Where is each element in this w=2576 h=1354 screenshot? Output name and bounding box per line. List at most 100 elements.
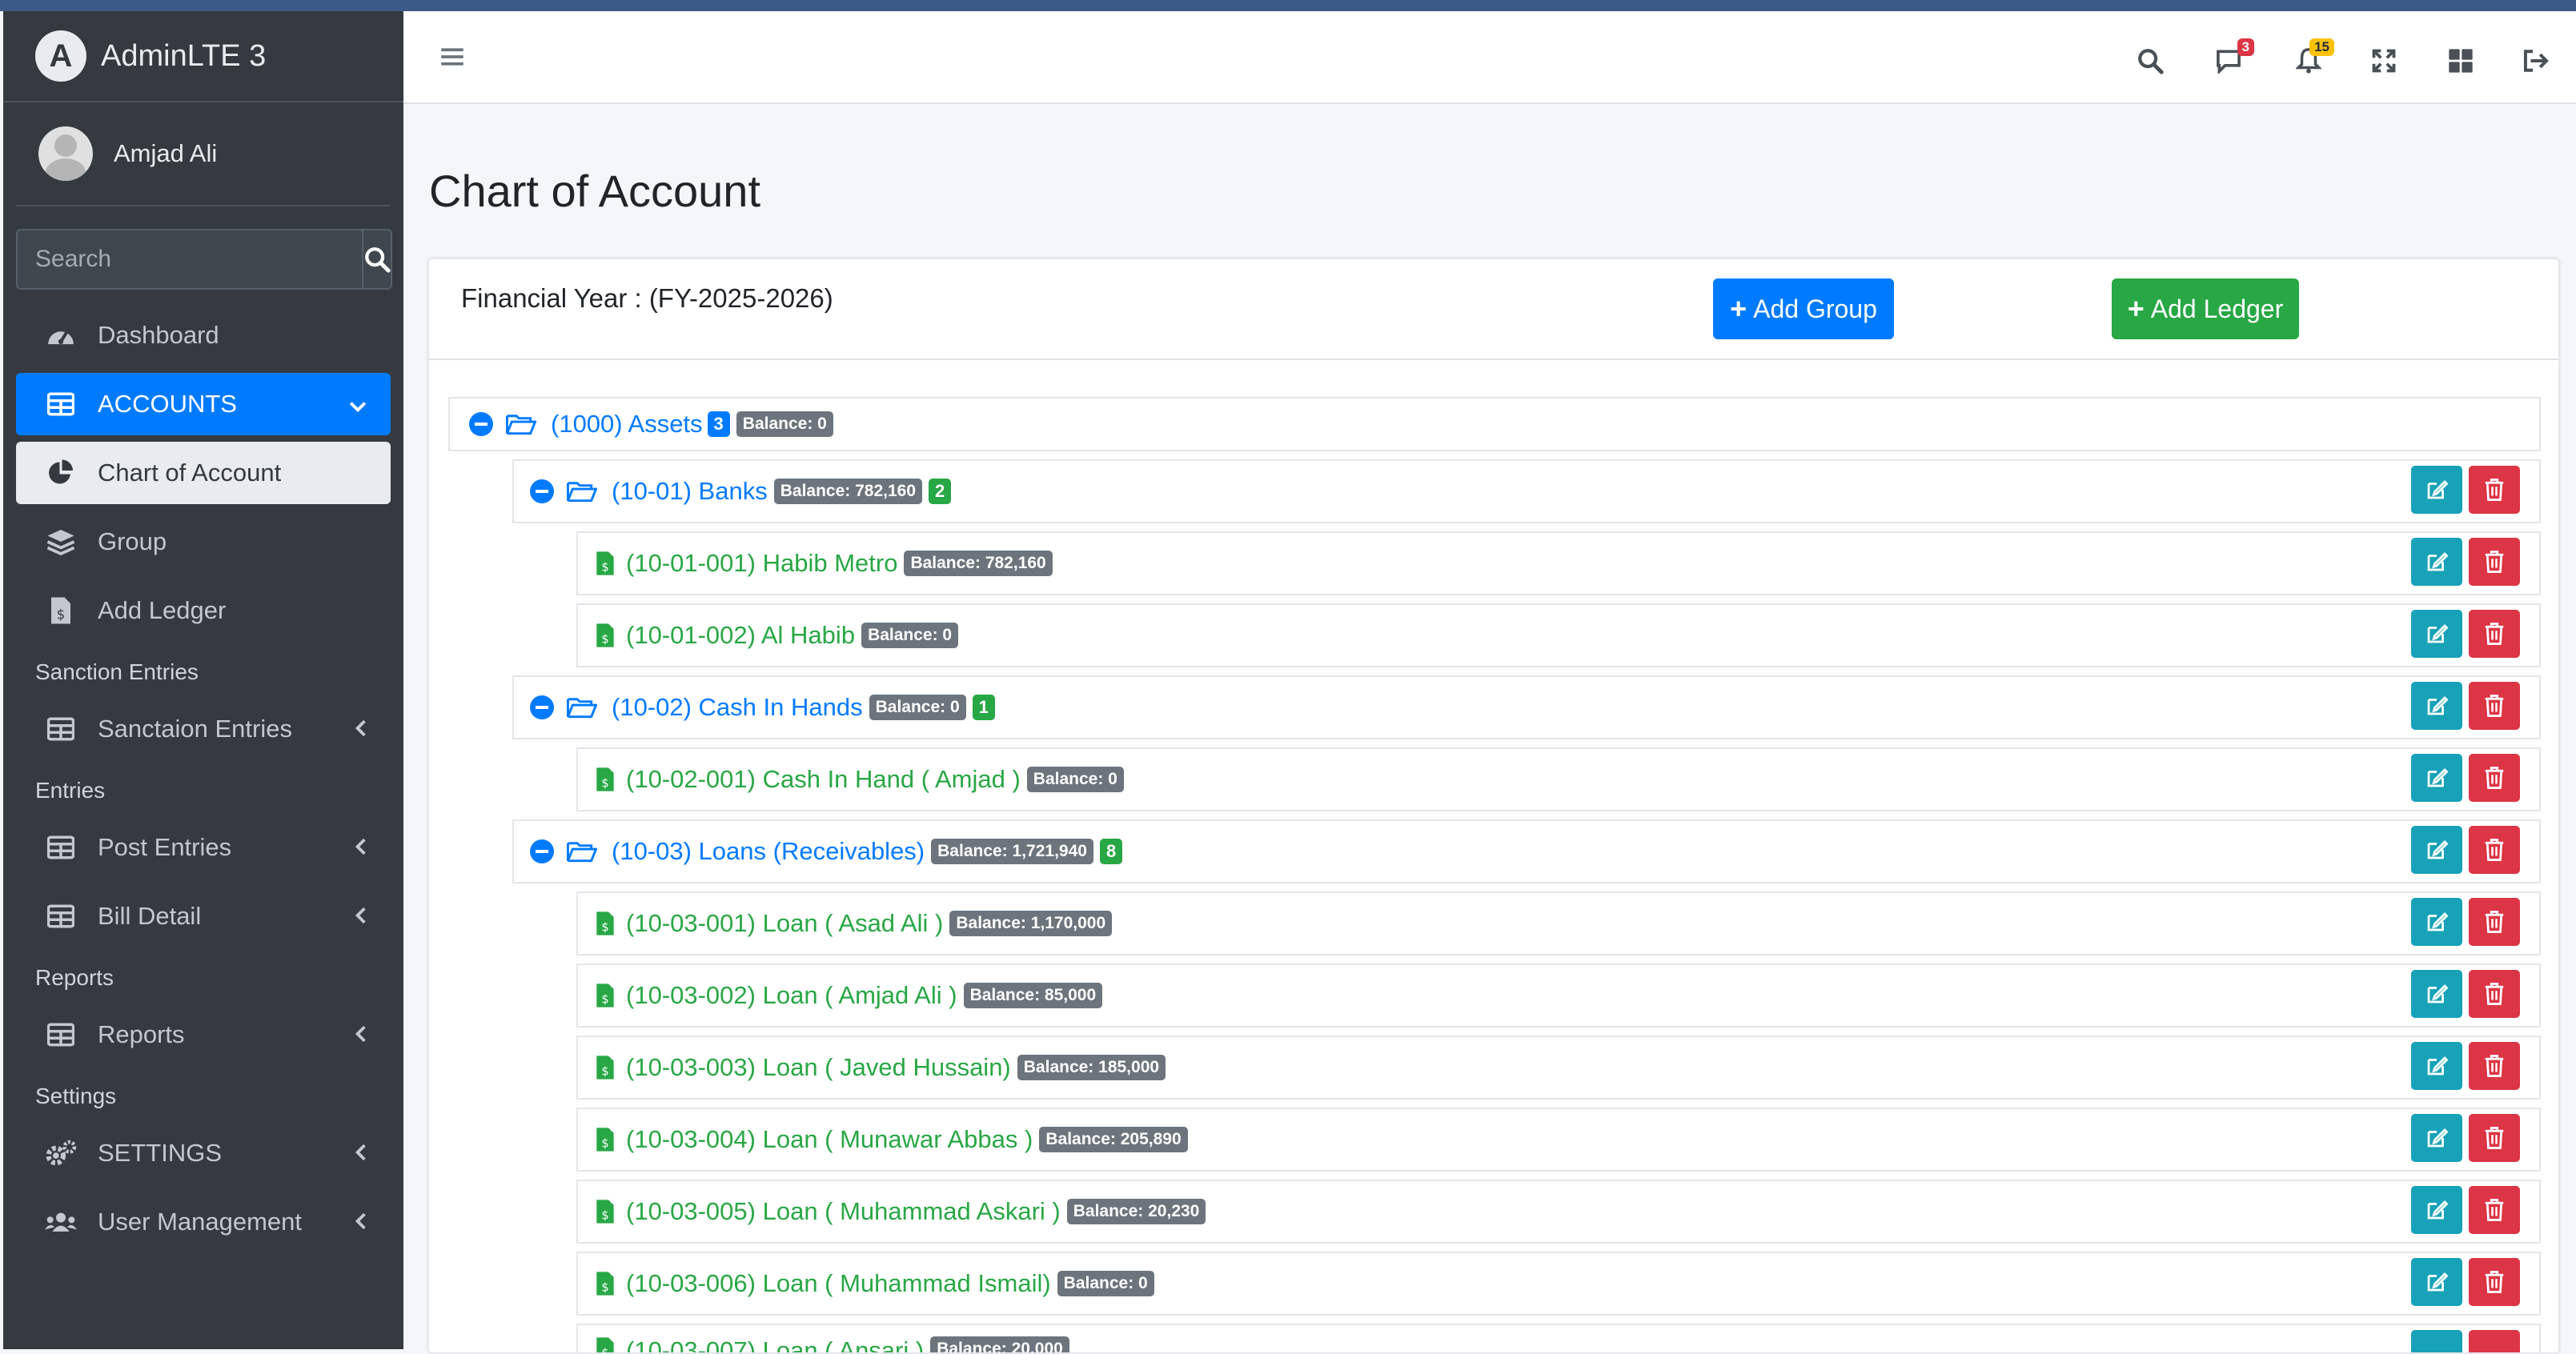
delete-button[interactable]	[2469, 898, 2520, 946]
pie-chart-icon	[45, 457, 77, 489]
delete-button[interactable]	[2469, 754, 2520, 802]
sidebar-item-group[interactable]: Group	[16, 511, 391, 573]
delete-button[interactable]	[2469, 1042, 2520, 1090]
navbar-search-icon[interactable]	[2131, 42, 2169, 80]
edit-button[interactable]	[2411, 898, 2462, 946]
delete-button[interactable]	[2469, 1258, 2520, 1306]
trash-icon	[2485, 551, 2504, 573]
add-group-button[interactable]: + Add Group	[1713, 278, 1894, 339]
fullscreen-icon[interactable]	[2365, 42, 2403, 80]
ledger-label-link[interactable]: (10-01-002) Al Habib	[626, 621, 855, 650]
edit-button[interactable]	[2411, 1114, 2462, 1162]
delete-button[interactable]	[2469, 538, 2520, 586]
ledger-label-link[interactable]: (10-02-001) Cash In Hand ( Amjad )	[626, 765, 1021, 794]
logout-icon[interactable]	[2517, 42, 2555, 80]
delete-button[interactable]	[2469, 682, 2520, 730]
row-actions	[2411, 1042, 2520, 1090]
group-label-link[interactable]: (10-03) Loans (Receivables)	[612, 837, 925, 866]
edit-icon	[2427, 768, 2449, 787]
file-invoice-icon: $	[45, 595, 77, 627]
ledger-label-link[interactable]: (10-03-003) Loan ( Javed Hussain)	[626, 1053, 1011, 1082]
row-actions	[2411, 1186, 2520, 1234]
tree-group-assets: (1000) Assets 3 Balance: 0	[448, 397, 2541, 451]
group-label-link[interactable]: (10-02) Cash In Hands	[612, 693, 863, 722]
sidebar-item-add-ledger[interactable]: $ Add Ledger	[16, 579, 391, 642]
tree-ledger-row: $ (10-02-001) Cash In Hand ( Amjad ) Bal…	[576, 747, 2541, 811]
edit-button[interactable]	[2411, 1330, 2462, 1352]
sidebar-item-chart-of-account[interactable]: Chart of Account	[16, 442, 391, 504]
sidebar-item-label: Sanctaion Entries	[98, 715, 292, 743]
sidebar-item-settings[interactable]: SETTINGS	[16, 1122, 391, 1184]
nav-header-settings: Settings	[35, 1084, 117, 1108]
collapse-minus-icon[interactable]	[530, 695, 554, 719]
sidebar-item-sanction-entries[interactable]: Sanctaion Entries	[16, 698, 391, 760]
nav-header-sanction: Sanction Entries	[35, 659, 199, 684]
delete-button[interactable]	[2469, 1330, 2520, 1352]
brand-text: AdminLTE 3	[101, 38, 267, 73]
edit-button[interactable]	[2411, 826, 2462, 874]
sidebar-item-post-entries[interactable]: Post Entries	[16, 816, 391, 879]
edit-button[interactable]	[2411, 754, 2462, 802]
control-sidebar-grid-icon[interactable]	[2442, 42, 2480, 80]
row-actions	[2411, 466, 2520, 514]
edit-button[interactable]	[2411, 610, 2462, 658]
folder-open-icon	[567, 482, 597, 503]
delete-button[interactable]	[2469, 970, 2520, 1018]
svg-text:$: $	[601, 776, 608, 790]
ledger-label-link[interactable]: (10-03-004) Loan ( Munawar Abbas )	[626, 1125, 1033, 1154]
tachometer-icon	[45, 319, 77, 351]
ledger-label-link[interactable]: (10-03-001) Loan ( Asad Ali )	[626, 909, 943, 938]
add-ledger-button[interactable]: + Add Ledger	[2112, 278, 2299, 339]
edit-button[interactable]	[2411, 466, 2462, 514]
delete-button[interactable]	[2469, 610, 2520, 658]
svg-text:$: $	[601, 1064, 608, 1078]
delete-button[interactable]	[2469, 1114, 2520, 1162]
tree-ledger-row: $ (10-03-001) Loan ( Asad Ali ) Balance:…	[576, 891, 2541, 955]
financial-year: Financial Year : (FY-2025-2026)	[461, 283, 833, 313]
svg-text:$: $	[601, 1280, 608, 1294]
row-actions	[2411, 1330, 2520, 1352]
layers-icon	[45, 526, 77, 558]
notifications-bell-icon[interactable]: 15	[2289, 38, 2334, 80]
edit-button[interactable]	[2411, 538, 2462, 586]
sidebar-search-input[interactable]	[16, 229, 362, 290]
edit-button[interactable]	[2411, 1042, 2462, 1090]
brand-link[interactable]: A AdminLTE 3	[3, 11, 403, 102]
sidebar-item-bill-detail[interactable]: Bill Detail	[16, 885, 391, 947]
edit-button[interactable]	[2411, 1258, 2462, 1306]
sidebar-item-user-management[interactable]: User Management	[16, 1191, 391, 1253]
sidebar-item-reports[interactable]: Reports	[16, 1003, 391, 1066]
ledger-label-link[interactable]: (10-03-005) Loan ( Muhammad Askari )	[626, 1197, 1061, 1226]
row-actions	[2411, 826, 2520, 874]
collapse-minus-icon[interactable]	[469, 412, 493, 436]
ledger-label-link[interactable]: (10-01-001) Habib Metro	[626, 549, 897, 578]
group-label-link[interactable]: (10-01) Banks	[612, 477, 768, 506]
tree-ledger-row: $ (10-01-002) Al Habib Balance: 0	[576, 603, 2541, 667]
ledger-label-link[interactable]: (10-03-006) Loan ( Muhammad Ismail)	[626, 1269, 1051, 1298]
ledger-label-link[interactable]: (10-03-007) Loan ( Ansari )	[626, 1336, 924, 1352]
tree-ledger-row: $ (10-03-003) Loan ( Javed Hussain) Bala…	[576, 1036, 2541, 1100]
edit-button[interactable]	[2411, 1186, 2462, 1234]
sidebar-item-label: Post Entries	[98, 833, 232, 861]
sidebar-item-dashboard[interactable]: Dashboard	[16, 304, 391, 367]
balance-badge: Balance: 185,000	[1017, 1055, 1166, 1080]
group-label-link[interactable]: (1000) Assets	[551, 410, 703, 439]
tree-group-banks: (10-01) Banks Balance: 782,160 2	[512, 459, 2541, 523]
messages-icon[interactable]: 3	[2209, 38, 2254, 80]
sidebar-search-button[interactable]	[362, 229, 392, 290]
delete-button[interactable]	[2469, 1186, 2520, 1234]
edit-button[interactable]	[2411, 970, 2462, 1018]
hamburger-menu-icon[interactable]	[440, 46, 464, 71]
ledger-label-link[interactable]: (10-03-002) Loan ( Amjad Ali )	[626, 981, 957, 1010]
delete-button[interactable]	[2469, 466, 2520, 514]
row-actions	[2411, 538, 2520, 586]
tree-ledger-row: $ (10-03-005) Loan ( Muhammad Askari ) B…	[576, 1180, 2541, 1244]
collapse-minus-icon[interactable]	[530, 839, 554, 863]
svg-text:$: $	[601, 560, 608, 574]
delete-button[interactable]	[2469, 826, 2520, 874]
user-panel[interactable]: Amjad Ali	[16, 102, 391, 206]
chart-of-account-card: Financial Year : (FY-2025-2026) + Add Gro…	[427, 258, 2560, 1354]
collapse-minus-icon[interactable]	[530, 479, 554, 503]
sidebar-item-accounts[interactable]: ACCOUNTS	[16, 373, 391, 435]
edit-button[interactable]	[2411, 682, 2462, 730]
